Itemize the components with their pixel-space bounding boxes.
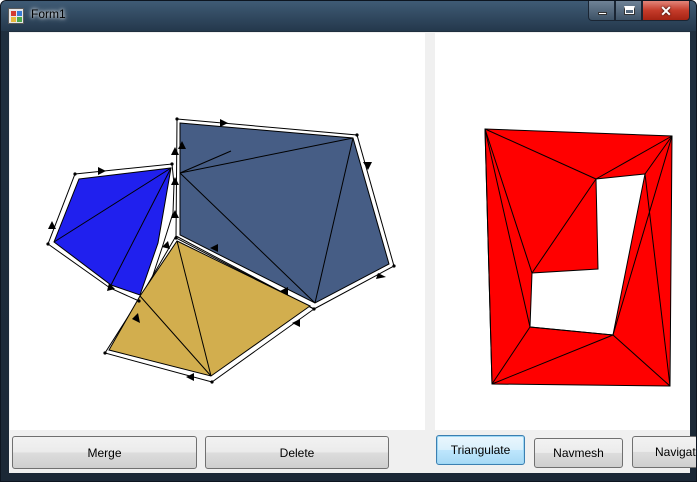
main-window: Form1 ✕ Merge Delete Triangulate Navmesh…	[0, 0, 697, 482]
client-area: Merge Delete Triangulate Navmesh Navigat…	[9, 32, 696, 473]
minimize-button[interactable]	[588, 1, 615, 21]
title-bar[interactable]: Form1 ✕	[1, 1, 696, 31]
window-title: Form1	[31, 7, 66, 21]
app-icon[interactable]	[8, 8, 24, 24]
merge-button[interactable]: Merge	[12, 436, 197, 469]
navmesh-canvas[interactable]	[435, 33, 690, 430]
navigate-button[interactable]: Navigate	[632, 436, 696, 468]
polygon-editor-drawing	[46, 117, 396, 384]
close-icon: ✕	[660, 3, 672, 19]
delete-button[interactable]: Delete	[205, 436, 389, 469]
navmesh-button[interactable]: Navmesh	[534, 438, 623, 468]
close-button[interactable]: ✕	[642, 1, 690, 21]
navmesh-drawing	[484, 128, 673, 387]
minimize-icon	[598, 12, 607, 15]
maximize-button[interactable]	[615, 1, 642, 21]
polygon-editor-canvas[interactable]	[10, 33, 425, 430]
maximize-icon	[624, 6, 635, 15]
triangulate-button[interactable]: Triangulate	[436, 435, 525, 465]
navmesh-polygon	[484, 128, 673, 387]
